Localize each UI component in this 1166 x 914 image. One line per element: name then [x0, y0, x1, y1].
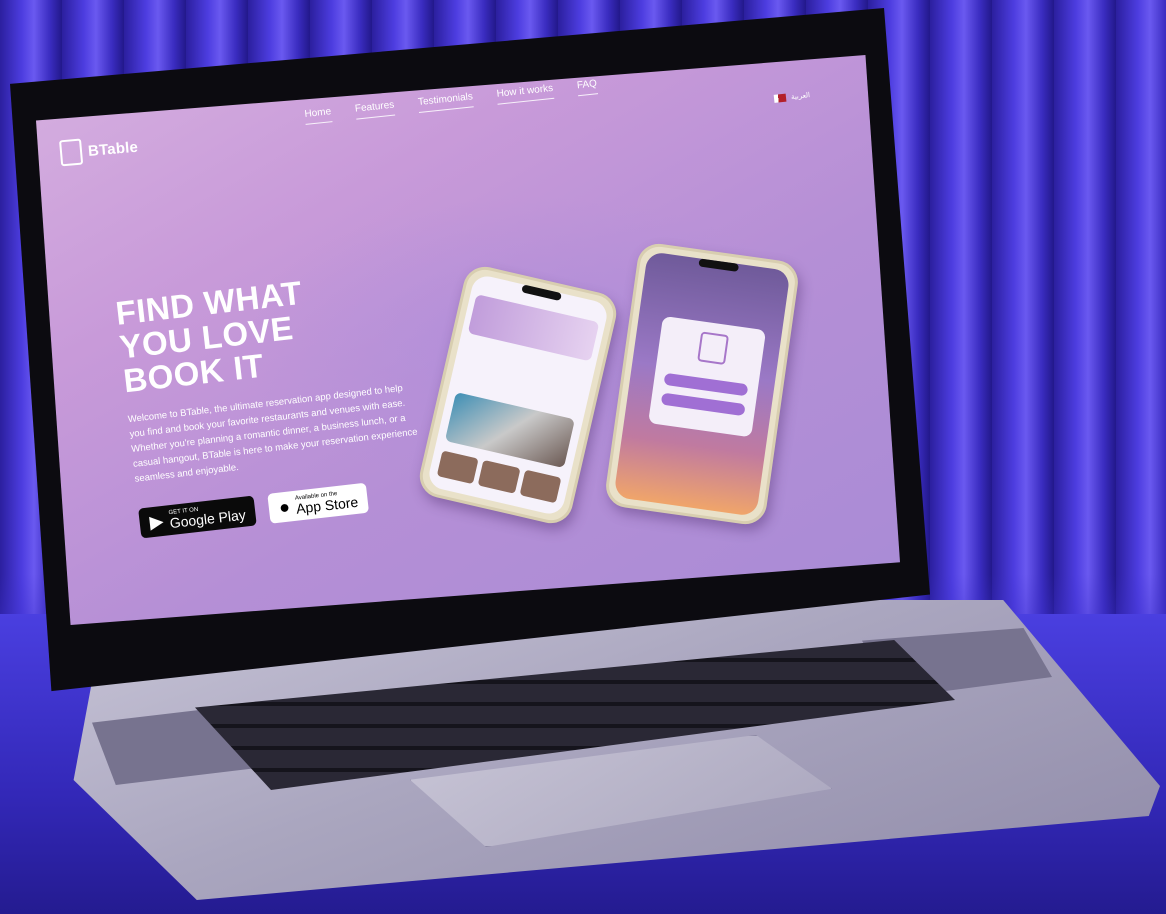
- phone-screen-home: [426, 273, 610, 517]
- hero-section: FIND WHAT YOU LOVE BOOK IT Welcome to BT…: [114, 260, 469, 539]
- signup-button: [660, 392, 746, 417]
- flag-icon: [773, 93, 787, 103]
- brand-name: BTable: [87, 138, 139, 160]
- apple-icon: ●: [277, 496, 291, 518]
- login-button: [663, 372, 749, 397]
- brand-logo[interactable]: BTable: [59, 134, 139, 167]
- phone-mockup-login: [603, 241, 801, 527]
- language-switcher[interactable]: العربية: [773, 91, 811, 103]
- thumbnail: [519, 469, 562, 504]
- nav-home[interactable]: Home: [304, 106, 333, 125]
- nav-faq[interactable]: FAQ: [576, 78, 598, 97]
- app-store-button[interactable]: ● Available on the App Store: [267, 482, 370, 524]
- google-play-button[interactable]: ▶ GET IT ON Google Play: [138, 495, 257, 539]
- hero-description: Welcome to BTable, the ultimate reservat…: [127, 382, 419, 485]
- hero-headline: FIND WHAT YOU LOVE BOOK IT: [114, 260, 453, 400]
- app-logo-icon: [697, 331, 730, 365]
- play-store-icon: ▶: [148, 510, 165, 532]
- thumbnail: [477, 459, 521, 494]
- nav-features[interactable]: Features: [354, 99, 396, 120]
- phone-screen-login: [613, 251, 791, 517]
- nav-how-it-works[interactable]: How it works: [496, 82, 555, 105]
- nav-testimonials[interactable]: Testimonials: [417, 91, 474, 113]
- phone-banner: [467, 294, 600, 362]
- thumbnail: [436, 450, 479, 485]
- login-card: [648, 315, 767, 438]
- website-screen: BTable Home Features Testimonials How it…: [36, 55, 900, 625]
- language-label: العربية: [790, 92, 811, 102]
- table-logo-icon: [59, 138, 84, 167]
